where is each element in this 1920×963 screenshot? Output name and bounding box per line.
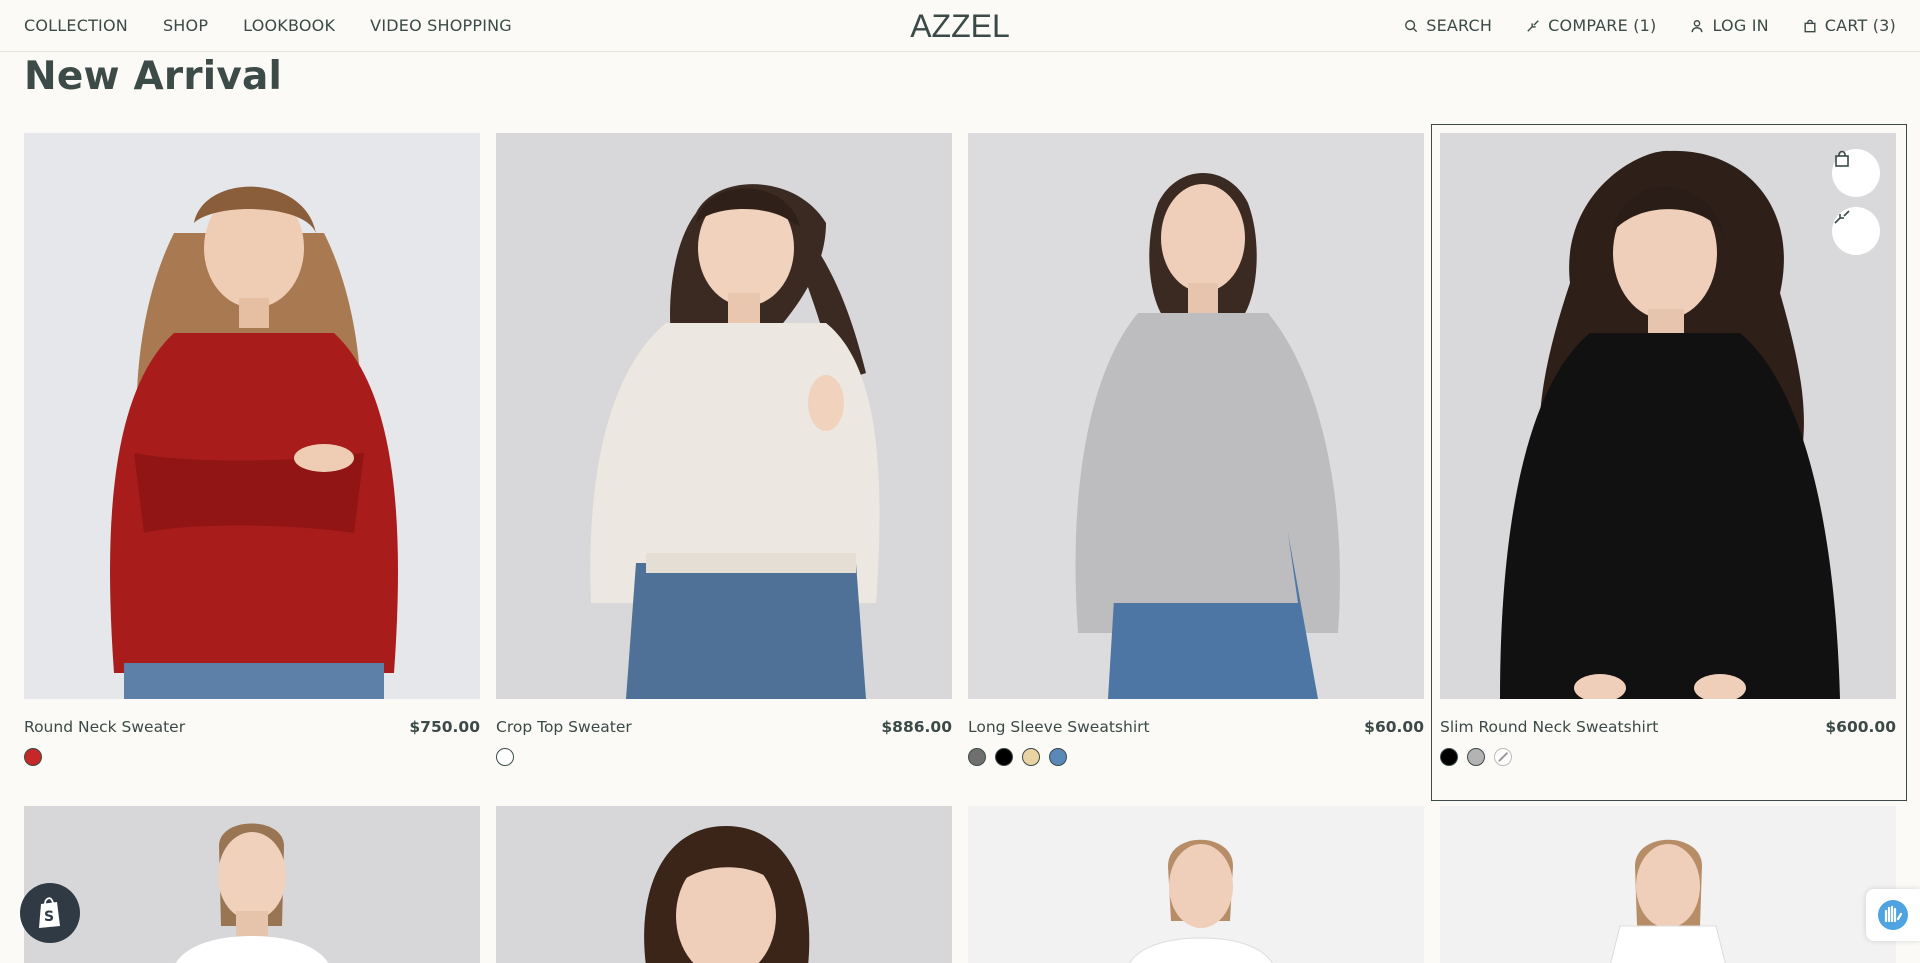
nav-shop[interactable]: SHOP [163, 16, 208, 35]
compare-icon [1527, 19, 1539, 32]
product-price: $886.00 [881, 718, 952, 736]
color-swatch[interactable] [1049, 748, 1067, 766]
product-price: $600.00 [1825, 718, 1896, 736]
product-image[interactable] [1440, 806, 1896, 963]
bag-icon [1804, 19, 1816, 32]
product-photo [24, 133, 480, 699]
quick-add-button[interactable] [1832, 149, 1880, 197]
cart-link[interactable]: CART (3) [1803, 16, 1896, 35]
product-card[interactable]: Round Neck Sweater $750.00 [24, 133, 480, 766]
product-card[interactable]: Crop Top Sweater $886.00 [496, 133, 952, 766]
product-card[interactable] [24, 806, 480, 963]
compare-link[interactable]: COMPARE (1) [1526, 16, 1656, 35]
product-photo [1440, 806, 1896, 963]
color-swatch[interactable] [496, 748, 514, 766]
product-card[interactable] [1440, 806, 1896, 963]
product-name[interactable]: Slim Round Neck Sweatshirt [1440, 718, 1658, 736]
product-grid: Round Neck Sweater $750.00 Crop Top Swea… [24, 124, 1907, 963]
bag-icon [1835, 150, 1849, 167]
compare-icon [1834, 210, 1850, 224]
search-link[interactable]: SEARCH [1404, 16, 1492, 35]
user-icon [1691, 19, 1703, 32]
nav-video-shopping[interactable]: VIDEO SHOPPING [370, 16, 512, 35]
compare-label: COMPARE (1) [1548, 16, 1657, 35]
main-nav: COLLECTION SHOP LOOKBOOK VIDEO SHOPPING [24, 16, 512, 35]
product-card[interactable] [496, 806, 952, 963]
product-photo [1440, 133, 1896, 699]
color-swatch[interactable] [24, 748, 42, 766]
site-logo[interactable]: AZZEL [910, 8, 1010, 45]
product-image[interactable] [968, 133, 1424, 699]
product-photo [496, 806, 952, 963]
product-info: Crop Top Sweater $886.00 [496, 718, 952, 736]
product-info: Round Neck Sweater $750.00 [24, 718, 480, 736]
product-info: Long Sleeve Sweatshirt $60.00 [968, 718, 1424, 736]
color-swatch[interactable] [968, 748, 986, 766]
product-price: $60.00 [1364, 718, 1424, 736]
product-card[interactable]: Long Sleeve Sweatshirt $60.00 [968, 133, 1424, 766]
product-name[interactable]: Round Neck Sweater [24, 718, 185, 736]
product-card[interactable] [968, 806, 1424, 963]
color-swatch[interactable] [1022, 748, 1040, 766]
site-header: COLLECTION SHOP LOOKBOOK VIDEO SHOPPING … [0, 0, 1920, 52]
color-swatches [1440, 748, 1896, 766]
color-swatches [968, 748, 1424, 766]
product-image[interactable] [24, 806, 480, 963]
color-swatch[interactable] [1467, 748, 1485, 766]
nav-lookbook[interactable]: LOOKBOOK [243, 16, 335, 35]
login-link[interactable]: LOG IN [1690, 16, 1769, 35]
help-widget[interactable] [1866, 889, 1920, 941]
product-photo [968, 806, 1424, 963]
hand-wave-icon [1878, 900, 1908, 930]
search-label: SEARCH [1426, 16, 1493, 35]
color-swatches [24, 748, 480, 766]
product-card[interactable]: Slim Round Neck Sweatshirt $600.00 [1431, 124, 1907, 801]
shopify-badge[interactable]: S [20, 883, 80, 943]
product-name[interactable]: Long Sleeve Sweatshirt [968, 718, 1150, 736]
header-actions: SEARCH COMPARE (1) LOG IN CART (3) [1404, 16, 1896, 35]
cart-label: CART (3) [1824, 16, 1896, 35]
search-icon [1405, 19, 1418, 32]
color-swatches [496, 748, 952, 766]
product-price: $750.00 [409, 718, 480, 736]
shopify-icon: S [39, 897, 60, 928]
color-swatch[interactable] [995, 748, 1013, 766]
product-image[interactable] [496, 806, 952, 963]
nav-collection[interactable]: COLLECTION [24, 16, 128, 35]
product-name[interactable]: Crop Top Sweater [496, 718, 632, 736]
product-photo [968, 133, 1424, 699]
quick-compare-button[interactable] [1832, 207, 1880, 255]
product-info: Slim Round Neck Sweatshirt $600.00 [1440, 718, 1896, 736]
product-photo [24, 806, 480, 963]
product-image[interactable] [496, 133, 952, 699]
product-image[interactable] [24, 133, 480, 699]
page-title: New Arrival [24, 54, 283, 99]
product-image[interactable] [968, 806, 1424, 963]
product-photo [496, 133, 952, 699]
login-label: LOG IN [1712, 16, 1769, 35]
color-swatch[interactable] [1440, 748, 1458, 766]
product-image[interactable] [1440, 133, 1896, 699]
svg-text:S: S [44, 909, 54, 925]
color-swatch-unavailable[interactable] [1494, 748, 1512, 766]
